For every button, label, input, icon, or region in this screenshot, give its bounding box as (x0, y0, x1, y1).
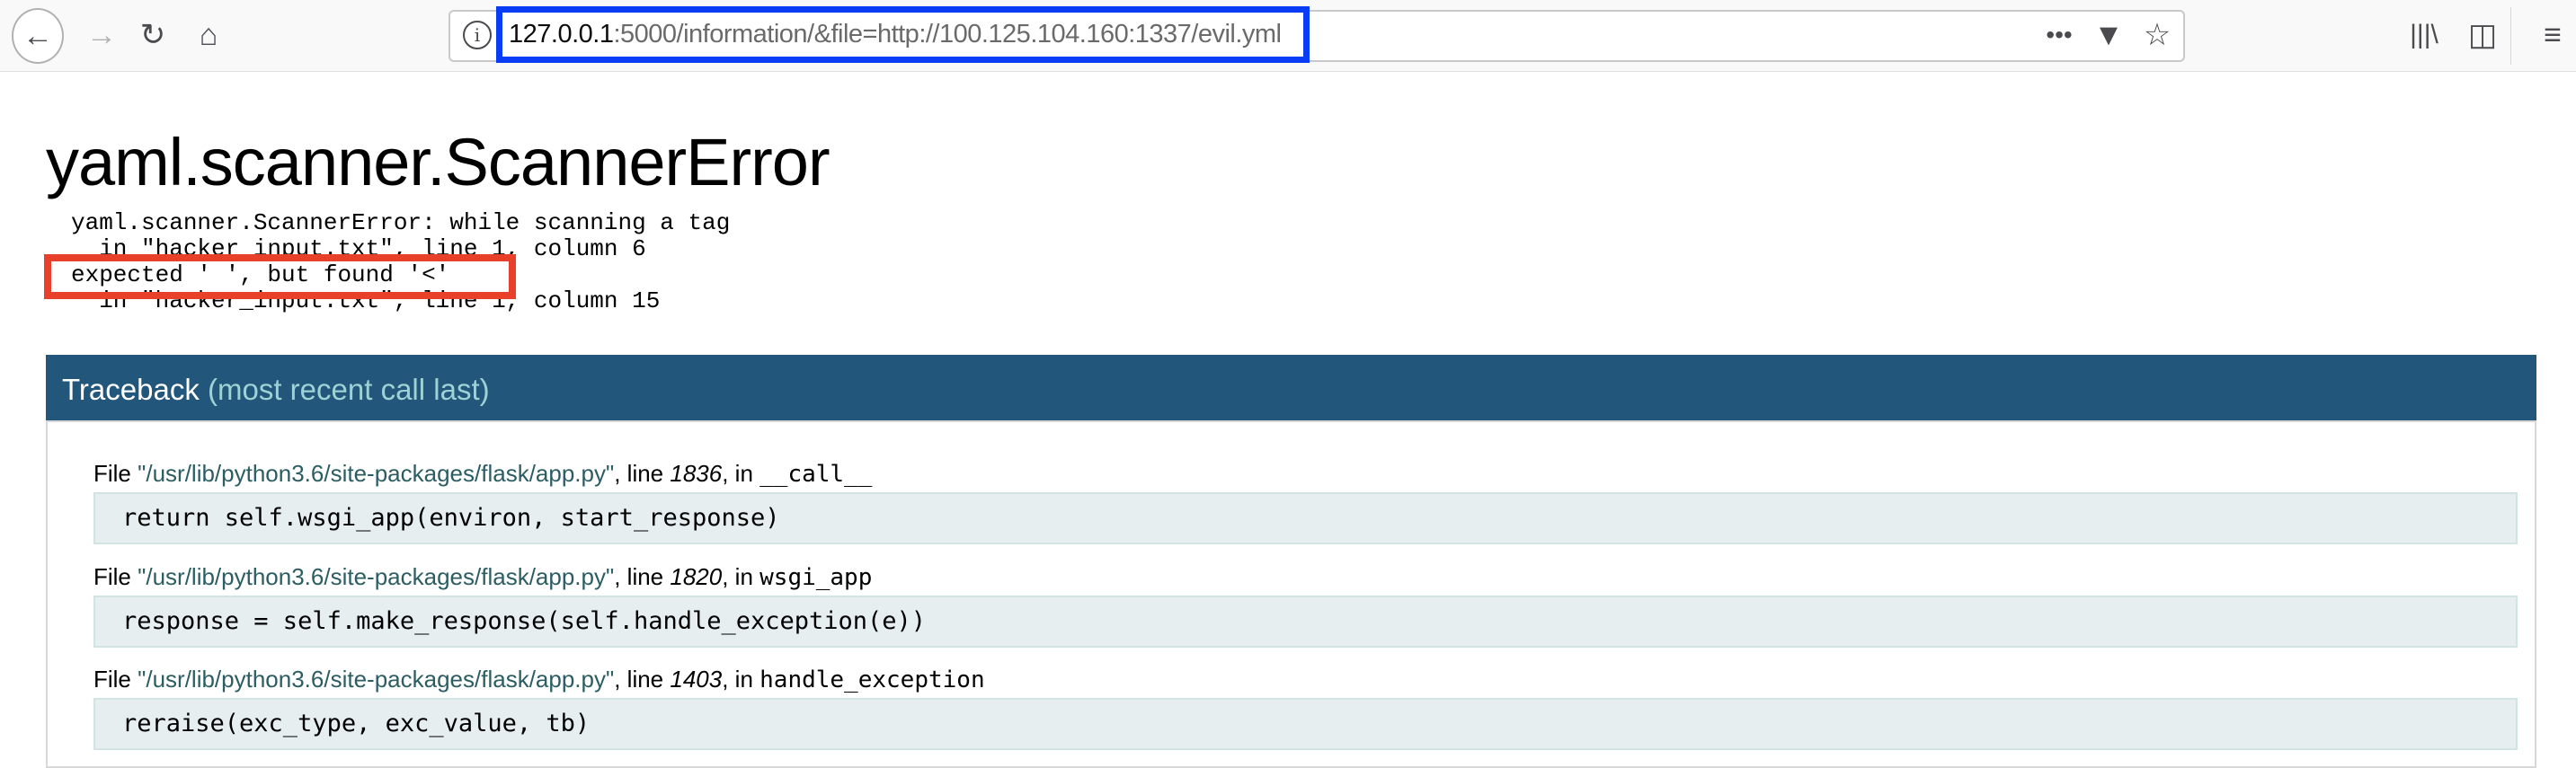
frame-header: File "/usr/lib/python3.6/site-packages/f… (93, 666, 985, 693)
reload-icon[interactable]: ↻ (133, 20, 173, 50)
error-annotation-box (44, 254, 516, 299)
sidebar-icon[interactable]: ◫ (2463, 20, 2502, 50)
file-label: File (93, 563, 138, 590)
code-line[interactable]: reraise(exc_type, exc_value, tb) (93, 698, 2518, 750)
info-icon[interactable]: i (463, 21, 492, 49)
in-label: , in (722, 460, 760, 487)
back-button[interactable]: ← (12, 8, 64, 64)
forward-icon[interactable]: → (82, 20, 121, 50)
file-path: "/usr/lib/python3.6/site-packages/flask/… (138, 563, 615, 590)
line-label: , line (614, 460, 671, 487)
browser-toolbar: ← → ↻ ⌂ i 127.0.0.1:5000/information/&fi… (0, 0, 2576, 72)
library-icon[interactable]: |||\ (2404, 20, 2444, 50)
toolbar-divider (2510, 7, 2511, 65)
file-label: File (93, 666, 138, 693)
url-annotation-box (496, 6, 1310, 63)
page-title: yaml.scanner.ScannerError (46, 125, 831, 199)
code-line[interactable]: return self.wsgi_app(environ, start_resp… (93, 492, 2518, 544)
pocket-icon[interactable]: ▼ (2089, 20, 2128, 50)
code-line[interactable]: response = self.make_response(self.handl… (93, 596, 2518, 648)
function-name: wsgi_app (759, 564, 873, 591)
file-path: "/usr/lib/python3.6/site-packages/flask/… (138, 666, 615, 693)
traceback-subtitle: (most recent call last) (208, 373, 490, 406)
more-icon[interactable]: ••• (2039, 20, 2079, 50)
line-number: 1820 (670, 563, 723, 590)
traceback-title: Traceback (62, 373, 200, 406)
back-icon: ← (22, 18, 53, 53)
traceback-header: Traceback (most recent call last) (46, 355, 2536, 422)
frame-header: File "/usr/lib/python3.6/site-packages/f… (93, 563, 872, 591)
home-icon[interactable]: ⌂ (189, 20, 228, 50)
line-number: 1403 (670, 666, 723, 693)
file-label: File (93, 460, 138, 487)
function-name: __call__ (759, 461, 873, 488)
file-path: "/usr/lib/python3.6/site-packages/flask/… (138, 460, 615, 487)
in-label: , in (722, 563, 760, 590)
line-label: , line (614, 563, 671, 590)
error-line: yaml.scanner.ScannerError: while scannin… (71, 209, 731, 236)
frame-header: File "/usr/lib/python3.6/site-packages/f… (93, 460, 872, 488)
bookmark-star-icon[interactable]: ☆ (2137, 20, 2177, 50)
menu-icon[interactable]: ≡ (2533, 20, 2572, 50)
in-label: , in (722, 666, 760, 693)
line-label: , line (614, 666, 671, 693)
function-name: handle_exception (759, 666, 985, 693)
line-number: 1836 (670, 460, 723, 487)
